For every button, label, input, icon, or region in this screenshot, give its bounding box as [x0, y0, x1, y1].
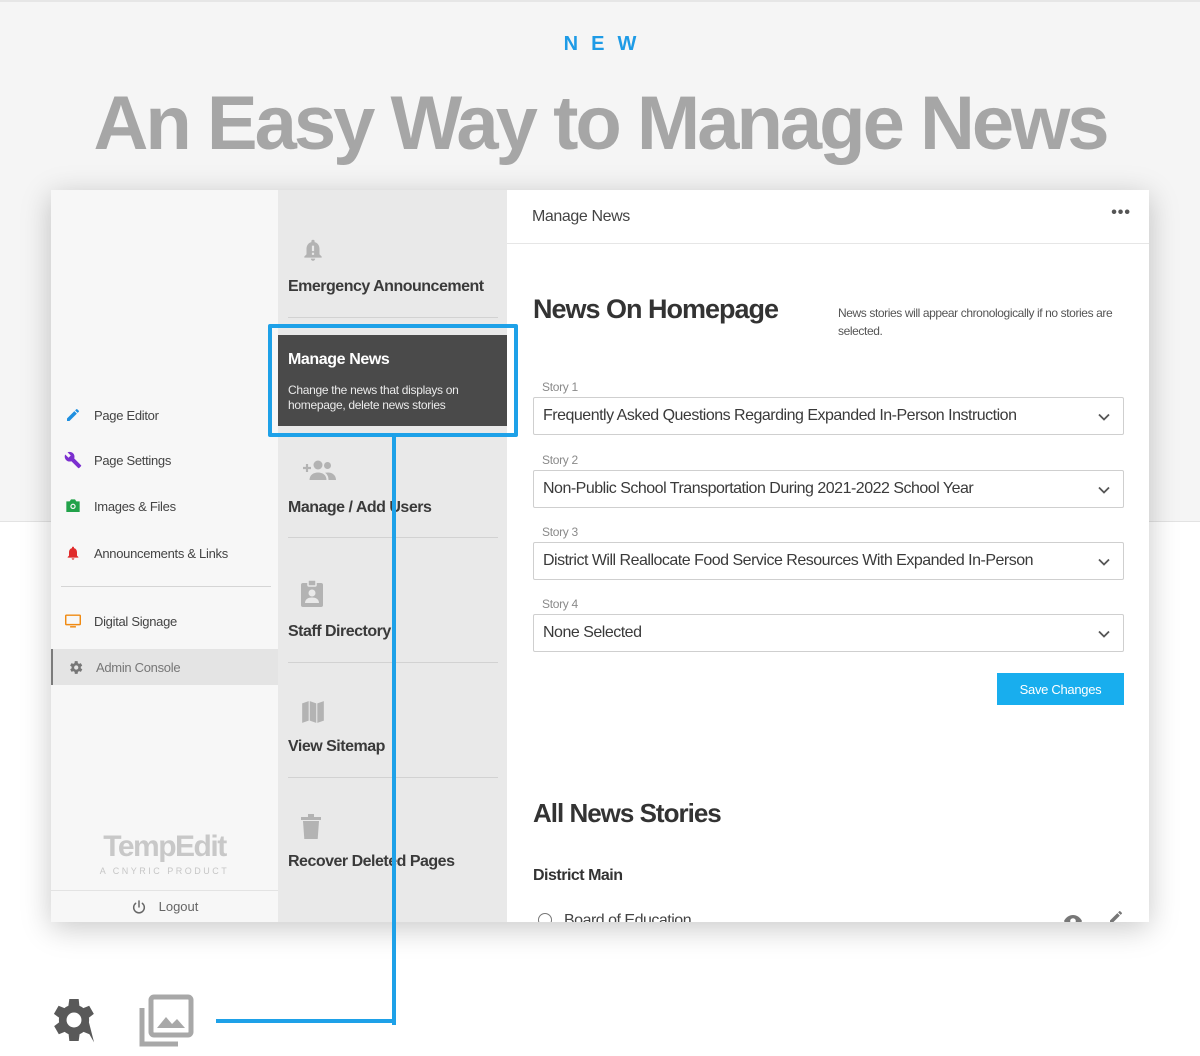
story-3-select[interactable]: District Will Reallocate Food Service Re…	[533, 542, 1124, 580]
story-1-select[interactable]: Frequently Asked Questions Regarding Exp…	[533, 397, 1124, 435]
main-topbar: Manage News •••	[507, 190, 1149, 244]
brand-name: TempEdit	[103, 830, 227, 863]
sidebar-item-label: Admin Console	[96, 659, 181, 675]
map-icon	[300, 699, 326, 730]
sidebar: Page Editor Page Settings Images & Files…	[51, 190, 278, 922]
story-3-label: Story 3	[542, 525, 578, 539]
sidebar-item-admin-console[interactable]: Admin Console	[51, 649, 278, 685]
menu-item-label: Staff Directory	[288, 623, 391, 640]
gear-icon	[53, 999, 95, 1043]
main-panel: Manage News ••• News On Homepage News st…	[507, 190, 1149, 922]
app-window: Page Editor Page Settings Images & Files…	[51, 190, 1149, 922]
sidebar-item-page-settings[interactable]: Page Settings	[51, 442, 278, 478]
id-badge-icon	[300, 579, 324, 613]
page-headline: An Easy Way to Manage News	[93, 81, 1109, 166]
menu-item-emergency[interactable]: Emergency Announcement	[288, 190, 498, 318]
sidebar-item-label: Page Settings	[94, 452, 172, 468]
image-library-icon	[139, 994, 194, 1047]
select-value: Frequently Asked Questions Regarding Exp…	[543, 407, 1017, 424]
story-4-select[interactable]: None Selected	[533, 614, 1124, 652]
brand-logo: TempEdit A CNYRIC PRODUCT	[51, 830, 278, 876]
pencil-icon	[63, 405, 83, 425]
chevron-down-icon	[1098, 413, 1110, 421]
row-title: Board of Education	[564, 912, 692, 922]
section-note: News stories will appear chronologically…	[838, 306, 1113, 338]
story-1-label: Story 1	[542, 380, 578, 394]
menu-item-label: Recover Deleted Pages	[288, 853, 455, 870]
chevron-down-icon	[1098, 630, 1110, 638]
gear-icon	[65, 657, 85, 677]
section-title: News On Homepage	[533, 294, 779, 324]
district-heading: District Main	[533, 867, 623, 884]
brand-tagline: A CNYRIC PRODUCT	[99, 866, 230, 876]
menu-item-label: Manage / Add Users	[288, 499, 432, 516]
select-value: None Selected	[543, 624, 642, 641]
sidebar-item-page-editor[interactable]: Page Editor	[51, 397, 278, 433]
sidebar-divider	[61, 586, 271, 587]
menu-item-label: Emergency Announcement	[288, 278, 484, 295]
more-options-button[interactable]: •••	[1111, 204, 1131, 222]
callout-connector	[392, 437, 396, 1025]
chevron-down-icon	[1098, 558, 1110, 566]
sidebar-item-label: Page Editor	[94, 407, 159, 423]
add-users-icon	[300, 458, 338, 487]
story-2-label: Story 2	[542, 453, 578, 467]
callout-connector	[216, 1019, 396, 1023]
eye-icon[interactable]	[1063, 914, 1083, 922]
bell-icon	[300, 236, 326, 269]
select-value: Non-Public School Transportation During …	[543, 480, 974, 497]
select-value: District Will Reallocate Food Service Re…	[543, 552, 1034, 569]
camera-icon	[63, 496, 83, 516]
sidebar-item-label: Announcements & Links	[94, 545, 228, 561]
logout-label: Logout	[158, 899, 199, 914]
callout-highlight	[268, 324, 518, 437]
sidebar-item-label: Images & Files	[94, 498, 176, 514]
all-news-title: All News Stories	[533, 798, 722, 828]
save-changes-button[interactable]: Save Changes	[997, 673, 1124, 705]
sidebar-item-label: Digital Signage	[94, 613, 177, 629]
eyebrow-label: NEW	[563, 33, 650, 55]
menu-item-label: View Sitemap	[288, 738, 385, 755]
pencil-icon[interactable]	[1108, 911, 1124, 922]
row-radio[interactable]	[538, 913, 552, 922]
chevron-down-icon	[1098, 486, 1110, 494]
power-icon	[131, 899, 147, 915]
sidebar-item-announcements[interactable]: Announcements & Links	[51, 535, 278, 571]
sidebar-item-images-files[interactable]: Images & Files	[51, 488, 278, 524]
story-2-select[interactable]: Non-Public School Transportation During …	[533, 470, 1124, 508]
logout-button[interactable]: Logout	[51, 890, 278, 922]
sidebar-item-digital-signage[interactable]: Digital Signage	[51, 603, 278, 639]
monitor-icon	[63, 611, 83, 631]
news-list-row[interactable]: Board of Education	[533, 911, 1124, 922]
trash-icon	[300, 814, 322, 845]
wrench-icon	[63, 450, 83, 470]
story-4-label: Story 4	[542, 597, 578, 611]
topbar-title: Manage News	[532, 208, 630, 225]
bell-icon	[63, 543, 83, 563]
